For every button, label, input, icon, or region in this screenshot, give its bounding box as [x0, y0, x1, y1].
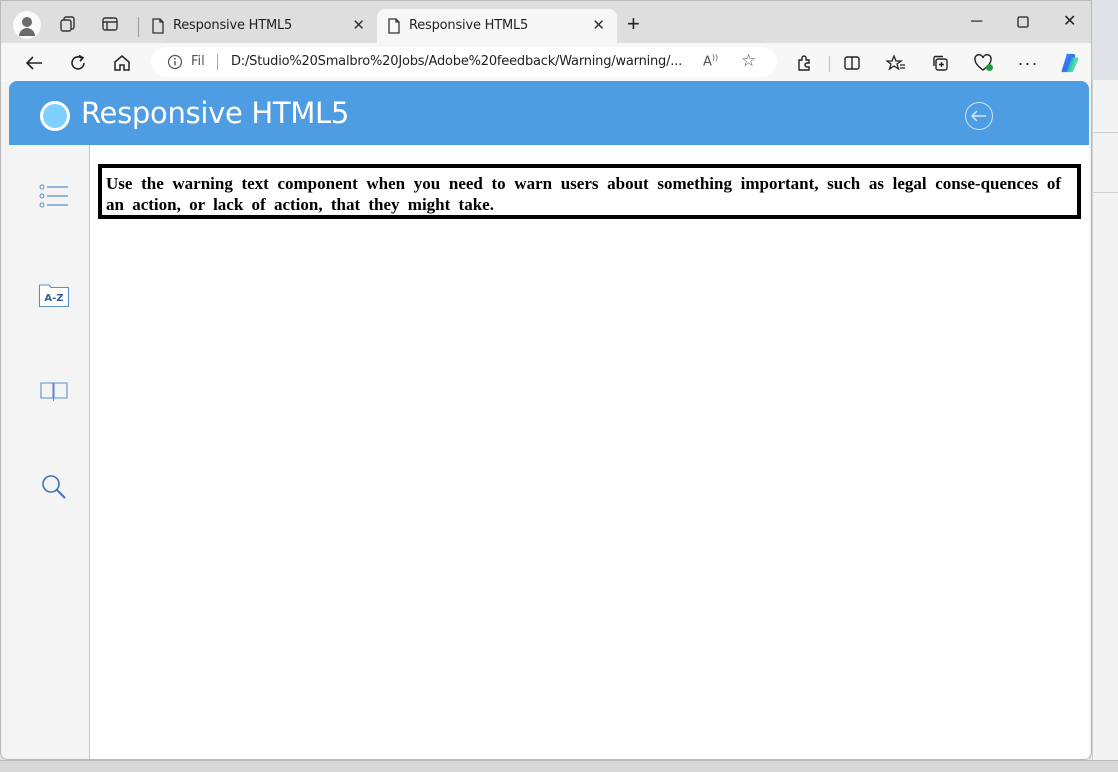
collections-icon[interactable] [929, 52, 951, 74]
web-content: Responsive HTML5 A-Z Use the warning tex… [9, 81, 1089, 759]
close-window-icon[interactable]: ✕ [1063, 13, 1076, 31]
tab-title: Responsive HTML5 [173, 18, 293, 33]
profile-icon[interactable] [13, 11, 41, 39]
close-icon[interactable]: ✕ [592, 18, 605, 33]
tab-responsive-html5-1[interactable]: Responsive HTML5 ✕ [141, 9, 377, 43]
extensions-icon[interactable] [793, 52, 815, 74]
read-aloud-icon[interactable]: A)) [703, 53, 718, 69]
app-title: Responsive HTML5 [81, 96, 350, 130]
more-icon[interactable]: ··· [1017, 52, 1039, 74]
tab-actions-icon[interactable] [99, 13, 121, 35]
address-toolbar: Fil D:/Studio%20Smalbro%20Jobs/Adobe%20f… [1, 43, 1091, 81]
minimize-icon[interactable]: ─ [971, 13, 982, 31]
logo-icon [40, 101, 70, 131]
tab-title: Responsive HTML5 [409, 18, 529, 33]
new-tab-icon[interactable]: + [627, 13, 640, 35]
scheme-label: Fil [191, 54, 205, 69]
glossary-icon[interactable] [37, 374, 71, 408]
home-icon[interactable] [111, 52, 133, 74]
tab-responsive-html5-2[interactable]: Responsive HTML5 ✕ [377, 9, 617, 43]
search-icon[interactable] [37, 470, 71, 504]
app-header: Responsive HTML5 [9, 81, 1089, 145]
sidebar: A-Z [9, 145, 90, 759]
favorite-star-icon[interactable]: ☆ [741, 51, 756, 71]
workspaces-icon[interactable] [57, 13, 79, 35]
background-window [1092, 80, 1118, 760]
close-icon[interactable]: ✕ [352, 18, 365, 33]
address-bar[interactable]: Fil D:/Studio%20Smalbro%20Jobs/Adobe%20f… [151, 47, 777, 77]
browser-window: Responsive HTML5 ✕ Responsive HTML5 ✕ + … [0, 0, 1092, 760]
maximize-icon[interactable] [1017, 13, 1029, 33]
refresh-icon[interactable] [67, 52, 89, 74]
warning-box: Use the warning text component when you … [98, 164, 1081, 219]
warning-text: Use the warning text component when you … [106, 174, 1061, 214]
browser-essentials-icon[interactable] [973, 52, 995, 74]
topic-content: Use the warning text component when you … [90, 145, 1089, 759]
index-label: A-Z [44, 293, 63, 304]
copilot-icon[interactable] [1059, 52, 1081, 74]
toc-icon[interactable] [37, 179, 71, 213]
back-icon[interactable] [23, 52, 45, 74]
favorites-icon[interactable] [885, 52, 907, 74]
back-to-top-icon[interactable] [965, 102, 993, 130]
page-icon [151, 18, 165, 39]
background-taskbar [0, 760, 1118, 772]
split-screen-icon[interactable] [841, 52, 863, 74]
url-text[interactable]: D:/Studio%20Smalbro%20Jobs/Adobe%20feedb… [231, 54, 682, 69]
info-icon[interactable] [167, 54, 183, 75]
tab-strip: Responsive HTML5 ✕ Responsive HTML5 ✕ + … [1, 1, 1091, 43]
index-icon[interactable]: A-Z [37, 278, 71, 312]
page-icon [387, 18, 401, 39]
